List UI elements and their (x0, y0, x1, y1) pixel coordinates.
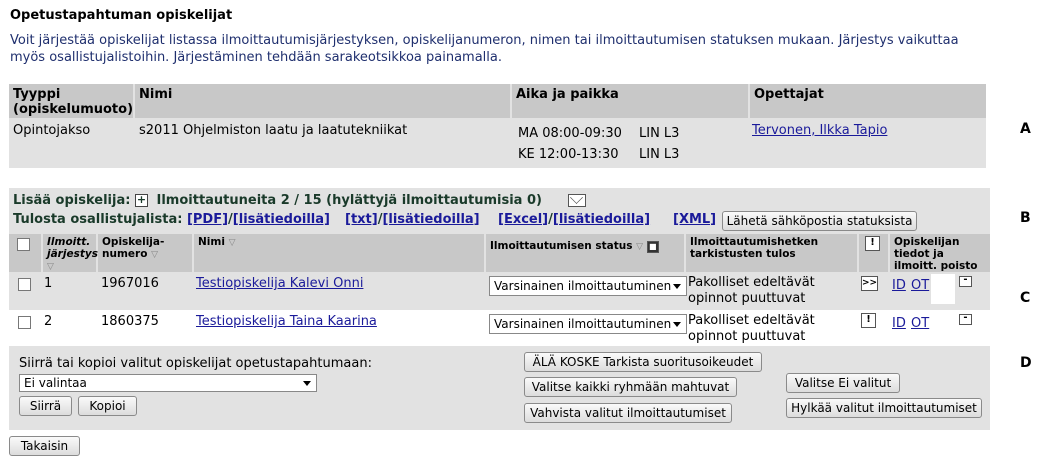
select-unselected-button[interactable]: Valitse Ei valitut (786, 373, 900, 393)
side-label-d: D (1020, 355, 1032, 371)
copy-button[interactable]: Kopioi (78, 396, 137, 416)
check-rights-button[interactable]: ÄLÄ KOSKE Tarkista suoritusoikeudet (524, 352, 762, 372)
header-time-place: Aika ja paikka (512, 84, 748, 118)
add-student-plus-icon[interactable]: + (134, 194, 148, 207)
target-event-select-value: Ei valintaa (24, 376, 87, 390)
side-label-a: A (1020, 121, 1031, 137)
select-fitting-button[interactable]: Valitse kaikki ryhmään mahtuvat (524, 377, 737, 397)
remove-icon[interactable]: - (959, 275, 972, 287)
row-checkbox[interactable] (18, 278, 31, 291)
header-type-sub: (opiskelumuoto) (13, 102, 134, 117)
row-number: 1860375 (101, 314, 159, 329)
header-number[interactable]: Opiskelija-numero ▽ (98, 234, 192, 272)
event-info-table: Tyyppi (opiskelumuoto) Nimi Aika ja paik… (9, 84, 986, 168)
pdf-link[interactable]: [PDF] (187, 212, 228, 227)
row-id-link[interactable]: ID (892, 316, 906, 331)
pdf-extra-link[interactable]: [lisätiedoilla] (233, 212, 330, 227)
row-check-result: Pakolliset edeltävät opinnot puuttuvat (688, 313, 815, 344)
move-copy-label: Siirrä tai kopioi valitut opiskelijat op… (19, 356, 372, 371)
time-slot: KE 12:00-13:30 (518, 147, 619, 162)
teacher-link[interactable]: Tervonen, Ilkka Tapio (752, 123, 887, 138)
add-student-label: Lisää opiskelija: (13, 193, 131, 208)
excel-extra-link[interactable]: [lisätiedoilla] (553, 212, 650, 227)
time-slot: MA 08:00-09:30 (518, 126, 622, 141)
header-name-label: Nimi (198, 236, 225, 248)
back-button[interactable]: Takaisin (9, 436, 80, 456)
header-select-all (9, 234, 41, 272)
chevron-down-icon (303, 381, 311, 386)
reject-selected-button[interactable]: Hylkää valitut ilmoittautumiset (786, 398, 982, 418)
sort-icon: ▽ (151, 250, 158, 260)
header-teachers: Opettajat (750, 84, 986, 118)
move-button[interactable]: Siirrä (19, 396, 72, 416)
row-student-name-link[interactable]: Testiopiskelija Taina Kaarina (196, 314, 377, 329)
txt-link[interactable]: [txt] (345, 212, 378, 227)
alert-icon[interactable]: ! (865, 236, 880, 251)
status-select-value: Varsinainen ilmoittautuminen (494, 317, 672, 331)
forward-icon[interactable]: >> (861, 276, 878, 291)
target-event-select[interactable]: Ei valintaa (19, 374, 317, 392)
side-label-b: B (1020, 210, 1031, 226)
confirm-selected-button[interactable]: Vahvista valitut ilmoittautumiset (524, 403, 732, 423)
row-order: 1 (44, 276, 53, 291)
students-panel: Lisää opiskelija: + Ilmoittautuneita 2 /… (9, 188, 990, 430)
bulk-actions-panel: Siirrä tai kopioi valitut opiskelijat op… (9, 348, 990, 430)
row-student-name-link[interactable]: Testiopiskelija Kalevi Onni (196, 276, 363, 291)
row-number: 1967016 (101, 276, 159, 291)
header-order-label: Ilmoitt. järjestys (47, 236, 98, 260)
chevron-down-icon (673, 284, 681, 289)
row-check-result: Pakolliset edeltävät opinnot puuttuvat (688, 275, 815, 306)
xml-link[interactable]: [XML] (673, 212, 716, 227)
page-title: Opetustapahtuman opiskelijat (10, 8, 233, 23)
email-icon[interactable] (568, 194, 586, 207)
txt-extra-link[interactable]: [lisätiedoilla] (382, 212, 479, 227)
header-order[interactable]: Ilmoitt. järjestys ▽ (43, 234, 98, 272)
sort-icon: ▽ (228, 238, 236, 248)
row-checkbox[interactable] (18, 316, 31, 329)
status-select[interactable]: Varsinainen ilmoittautuminen (489, 276, 687, 296)
row-ot-link[interactable]: OT (911, 278, 929, 293)
sort-down-icon: ▽ (47, 262, 54, 272)
sort-icon: ▽ (636, 242, 644, 252)
print-list-label: Tulosta osallistujalista: (13, 212, 183, 227)
header-status[interactable]: Ilmoittautumisen status ▽ ■ (486, 234, 684, 272)
time-room: LIN L3 (639, 147, 680, 162)
time-room: LIN L3 (639, 126, 680, 141)
intro-text: Voit järjestää opiskelijat listassa ilmo… (10, 33, 959, 65)
registered-count: Ilmoittautuneita 2 / 15 (hylättyjä ilmoi… (156, 193, 542, 208)
side-label-c: C (1020, 290, 1031, 306)
event-name: s2011 Ohjelmiston laatu ja laatutekniika… (139, 123, 408, 138)
row-id-link[interactable]: ID (892, 278, 906, 293)
status-select[interactable]: Varsinainen ilmoittautuminen (489, 314, 687, 334)
header-name: Nimi (135, 84, 510, 118)
row-ot-link[interactable]: OT (911, 316, 929, 331)
excel-link[interactable]: [Excel] (498, 212, 548, 227)
status-select-value: Varsinainen ilmoittautuminen (494, 279, 672, 293)
event-type: Opintojakso (13, 123, 91, 138)
table-row: 1 1967016 Testiopiskelija Kalevi Onni Va… (9, 272, 990, 308)
header-name[interactable]: Nimi ▽ (194, 234, 484, 272)
send-status-email-button[interactable]: Lähetä sähköpostia statuksista (722, 211, 917, 231)
header-type-label: Tyyppi (13, 87, 61, 102)
save-icon[interactable]: ■ (646, 241, 659, 253)
header-status-label: Ilmoittautumisen status (490, 240, 633, 252)
header-check-result: Ilmoittautumishetken tarkistusten tulos (686, 234, 857, 272)
row-remove-area (931, 274, 955, 304)
header-type: Tyyppi (opiskelumuoto) (9, 84, 133, 118)
chevron-down-icon (673, 322, 681, 327)
row-order: 2 (44, 314, 53, 329)
select-all-checkbox[interactable] (17, 238, 30, 251)
alert-icon[interactable]: ! (861, 313, 876, 328)
remove-icon[interactable]: - (959, 313, 972, 325)
table-row: 2 1860375 Testiopiskelija Taina Kaarina … (9, 310, 990, 346)
header-flag: ! (859, 234, 888, 272)
header-remove: Opiskelijan tiedot ja ilmoitt. poisto (890, 234, 990, 272)
